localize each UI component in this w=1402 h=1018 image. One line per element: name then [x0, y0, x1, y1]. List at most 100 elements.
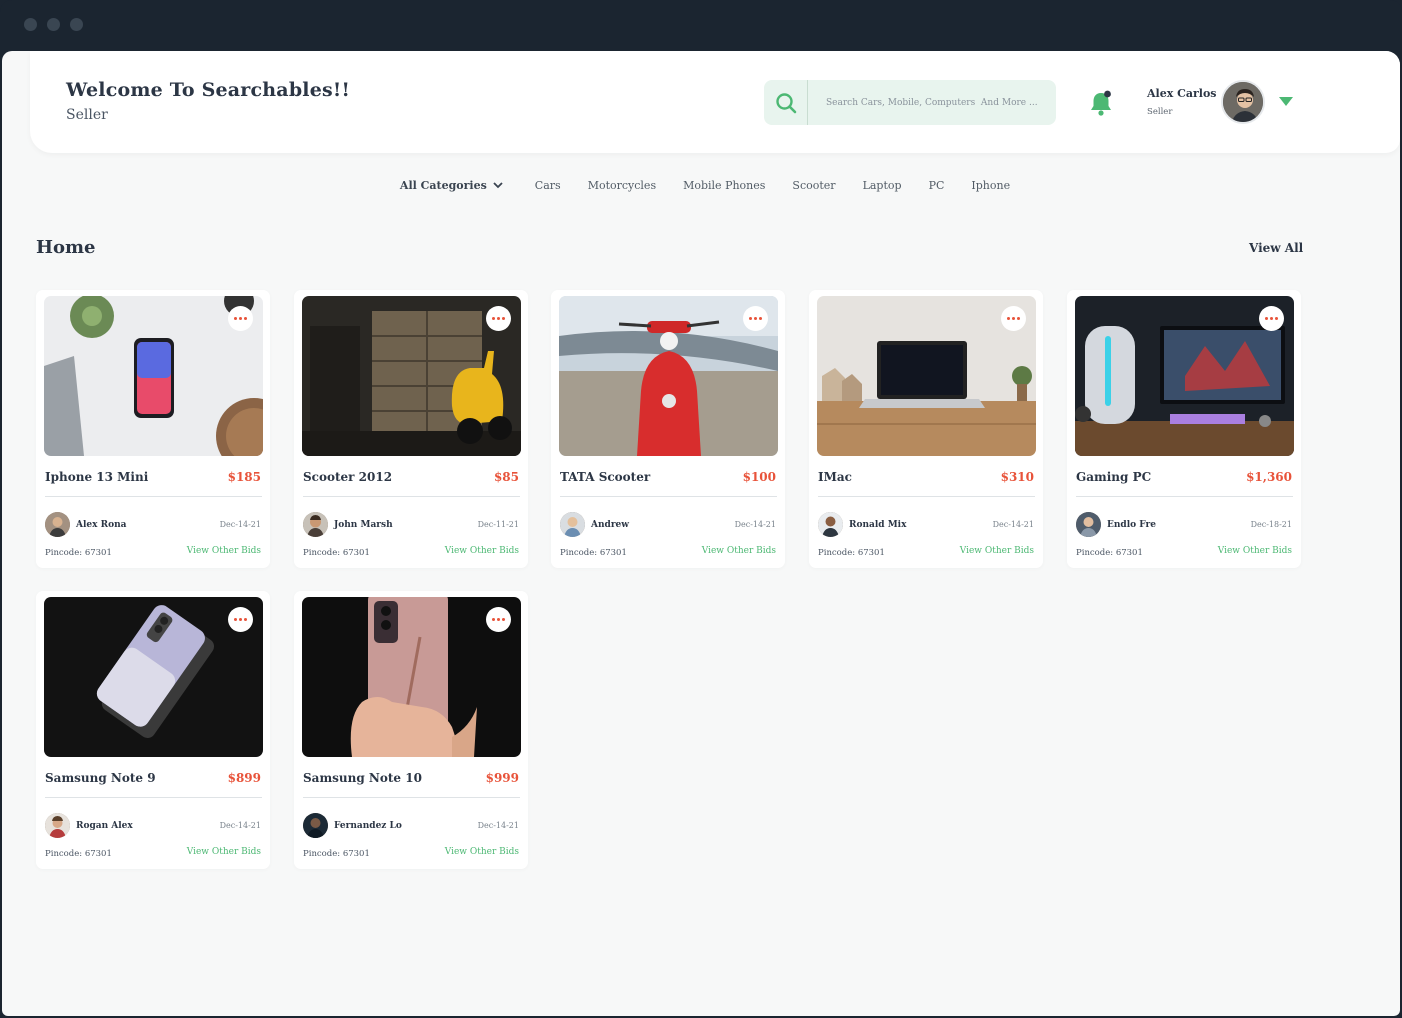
- product-title: IMac: [818, 470, 852, 484]
- divider: [303, 797, 520, 798]
- bid-date: Dec-14-21: [219, 821, 261, 830]
- product-card[interactable]: Gaming PC $1,360 Endlo Fre Dec-18-21 Pin…: [1067, 290, 1301, 568]
- user-name: Alex Carlos: [1147, 87, 1217, 100]
- product-title: Iphone 13 Mini: [45, 470, 149, 484]
- product-title: TATA Scooter: [560, 470, 651, 484]
- user-role: Seller: [1147, 107, 1173, 117]
- pincode: Pincode: 67301: [45, 548, 112, 558]
- seller-avatar: [45, 813, 70, 838]
- bid-date: Dec-11-21: [477, 520, 519, 529]
- pincode: Pincode: 67301: [818, 548, 885, 558]
- product-title: Samsung Note 10: [303, 771, 422, 785]
- pincode: Pincode: 67301: [303, 548, 370, 558]
- pincode: Pincode: 67301: [45, 849, 112, 859]
- product-image: [817, 296, 1036, 456]
- product-price: $1,360: [1246, 470, 1292, 484]
- pincode: Pincode: 67301: [1076, 548, 1143, 558]
- all-categories-dropdown[interactable]: All Categories: [400, 179, 503, 192]
- category-pc[interactable]: PC: [929, 179, 945, 192]
- more-options-button[interactable]: [743, 306, 768, 331]
- view-other-bids-link[interactable]: View Other Bids: [960, 546, 1034, 556]
- close-dot[interactable]: [24, 18, 37, 31]
- seller-avatar: [303, 512, 328, 537]
- divider: [45, 496, 262, 497]
- product-card[interactable]: TATA Scooter $100 Andrew Dec-14-21 Pinco…: [551, 290, 785, 568]
- seller-avatar: [303, 813, 328, 838]
- chevron-down-icon[interactable]: [1279, 97, 1293, 106]
- product-image: [559, 296, 778, 456]
- category-cars[interactable]: Cars: [535, 179, 561, 192]
- product-image: [302, 296, 521, 456]
- more-options-button[interactable]: [1259, 306, 1284, 331]
- page-title: Home: [36, 237, 96, 258]
- view-other-bids-link[interactable]: View Other Bids: [1218, 546, 1292, 556]
- search-bar[interactable]: [764, 80, 1056, 125]
- seller-name: John Marsh: [334, 520, 393, 530]
- seller-name: Ronald Mix: [849, 520, 907, 530]
- category-scooter[interactable]: Scooter: [792, 179, 835, 192]
- all-categories-label: All Categories: [399, 179, 487, 192]
- product-price: $310: [1000, 470, 1034, 484]
- bid-date: Dec-14-21: [219, 520, 261, 529]
- view-other-bids-link[interactable]: View Other Bids: [187, 847, 261, 857]
- top-header: Welcome To Searchables!! Seller Alex Car…: [30, 51, 1400, 153]
- view-other-bids-link[interactable]: View Other Bids: [445, 847, 519, 857]
- divider: [818, 496, 1035, 497]
- seller-avatar: [818, 512, 843, 537]
- product-image: [44, 597, 263, 757]
- divider: [1076, 496, 1293, 497]
- product-title: Gaming PC: [1076, 470, 1152, 484]
- product-image: [44, 296, 263, 456]
- pincode: Pincode: 67301: [303, 849, 370, 859]
- divider: [45, 797, 262, 798]
- category-motorcycles[interactable]: Motorcycles: [588, 179, 656, 192]
- welcome-title: Welcome To Searchables!!: [66, 79, 350, 101]
- view-other-bids-link[interactable]: View Other Bids: [187, 546, 261, 556]
- category-iphone[interactable]: Iphone: [971, 179, 1010, 192]
- product-card[interactable]: Samsung Note 10 $999 Fernandez Lo Dec-14…: [294, 591, 528, 869]
- more-options-button[interactable]: [486, 306, 511, 331]
- pincode: Pincode: 67301: [560, 548, 627, 558]
- seller-avatar: [45, 512, 70, 537]
- view-other-bids-link[interactable]: View Other Bids: [702, 546, 776, 556]
- seller-name: Alex Rona: [76, 520, 127, 530]
- bid-date: Dec-18-21: [1250, 520, 1292, 529]
- product-card[interactable]: Samsung Note 9 $899 Rogan Alex Dec-14-21…: [36, 591, 270, 869]
- avatar[interactable]: [1221, 80, 1265, 124]
- welcome-subtitle: Seller: [66, 107, 108, 123]
- product-price: $185: [227, 470, 261, 484]
- view-other-bids-link[interactable]: View Other Bids: [445, 546, 519, 556]
- search-icon[interactable]: [764, 80, 808, 125]
- search-input[interactable]: [808, 97, 1038, 108]
- chevron-down-icon: [493, 182, 503, 189]
- bell-icon[interactable]: [1088, 89, 1114, 117]
- minimize-dot[interactable]: [47, 18, 60, 31]
- view-all-link[interactable]: View All: [1249, 241, 1303, 255]
- category-laptop[interactable]: Laptop: [863, 179, 902, 192]
- category-nav: All Categories Cars Motorcycles Mobile P…: [2, 179, 1400, 192]
- product-card[interactable]: Iphone 13 Mini $185 Alex Rona Dec-14-21 …: [36, 290, 270, 568]
- divider: [560, 496, 777, 497]
- more-options-button[interactable]: [228, 306, 253, 331]
- more-options-button[interactable]: [1001, 306, 1026, 331]
- product-price: $100: [742, 470, 776, 484]
- product-price: $899: [227, 771, 261, 785]
- product-title: Scooter 2012: [303, 470, 393, 484]
- app-content: Welcome To Searchables!! Seller Alex Car…: [2, 51, 1400, 1016]
- seller-name: Endlo Fre: [1107, 520, 1156, 530]
- bid-date: Dec-14-21: [992, 520, 1034, 529]
- divider: [303, 496, 520, 497]
- product-card[interactable]: Scooter 2012 $85 John Marsh Dec-11-21 Pi…: [294, 290, 528, 568]
- more-options-button[interactable]: [486, 607, 511, 632]
- more-options-button[interactable]: [228, 607, 253, 632]
- maximize-dot[interactable]: [70, 18, 83, 31]
- seller-name: Rogan Alex: [76, 821, 133, 831]
- product-price: $999: [485, 771, 519, 785]
- seller-name: Fernandez Lo: [334, 821, 402, 831]
- product-image: [302, 597, 521, 757]
- category-mobile-phones[interactable]: Mobile Phones: [683, 179, 765, 192]
- seller-avatar: [560, 512, 585, 537]
- browser-window: Welcome To Searchables!! Seller Alex Car…: [0, 0, 1402, 1018]
- product-card[interactable]: IMac $310 Ronald Mix Dec-14-21 Pincode: …: [809, 290, 1043, 568]
- product-price: $85: [493, 470, 519, 484]
